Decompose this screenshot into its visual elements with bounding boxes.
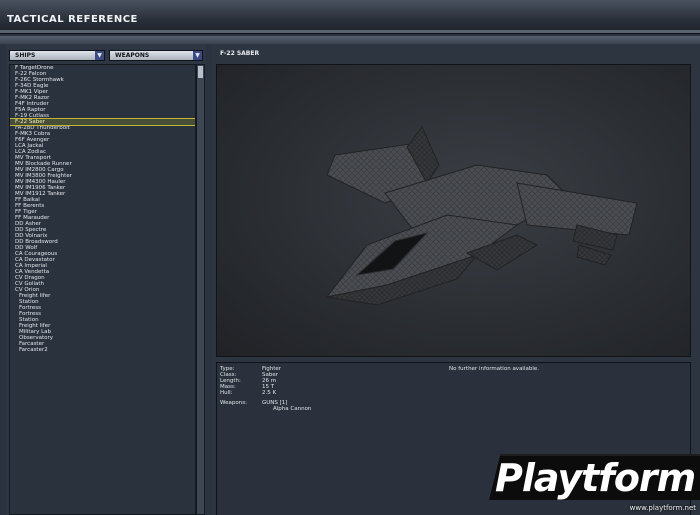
chevron-down-icon[interactable]: ▼ <box>95 51 104 60</box>
category-dropdown[interactable]: SHIPS ▼ <box>9 50 105 61</box>
watermark-url: www.playtform.net <box>629 504 696 512</box>
watermark: Playtform www.playtform.net <box>489 454 700 515</box>
category-dropdown-value: SHIPS <box>15 52 36 59</box>
list-scrollbar[interactable] <box>196 64 205 515</box>
ship-list: F TargetDrone F-22 Falcon F-26C Stormhawk F… <box>9 64 196 515</box>
chevron-down-icon[interactable]: ▼ <box>193 51 202 60</box>
info-row-hull: Hull: 2.5 K <box>220 390 276 396</box>
info-key: Hull: <box>220 390 233 396</box>
weapons-dropdown-value: WEAPONS <box>115 52 150 59</box>
info-note: No further information available. <box>449 366 540 372</box>
scrollbar-thumb[interactable] <box>198 66 203 78</box>
window-title: TACTICAL REFERENCE <box>7 14 138 25</box>
ship-model-render <box>325 126 638 306</box>
weapon-detail: Alpha Cannon <box>273 406 312 412</box>
header-band <box>0 36 700 44</box>
title-bar: TACTICAL REFERENCE <box>0 0 700 34</box>
ship-name-title: F-22 SABER <box>220 50 260 57</box>
title-bar-divider <box>0 30 700 33</box>
ship-list-panel: SHIPS ▼ WEAPONS ▼ F TargetDrone F-22 Falc… <box>6 44 206 515</box>
ship-3d-viewport[interactable] <box>216 64 691 357</box>
list-item[interactable]: Farcaster2 <box>10 347 195 353</box>
info-key: Weapons: <box>220 400 247 406</box>
detail-panel: F-22 SABER Type: Fighter Class: Saber Le… <box>212 44 700 515</box>
watermark-logo-text: Playtform <box>495 456 696 500</box>
info-value: 2.5 K <box>262 390 277 396</box>
weapons-dropdown[interactable]: WEAPONS ▼ <box>109 50 203 61</box>
